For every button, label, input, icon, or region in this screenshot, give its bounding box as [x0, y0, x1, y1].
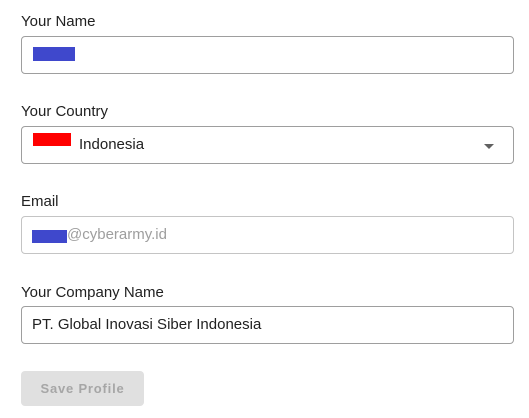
- name-input[interactable]: [21, 36, 514, 74]
- company-label: Your Company Name: [21, 284, 164, 301]
- arrow-drop-down-icon[interactable]: [484, 144, 494, 149]
- email-domain-text: @cyberarmy.id: [67, 226, 167, 243]
- country-value: Indonesia: [79, 136, 145, 153]
- save-profile-button[interactable]: Save Profile: [21, 371, 144, 406]
- country-flag-icon: [33, 133, 71, 146]
- company-name-value: PT. Global Inovasi Siber Indonesia: [32, 316, 262, 333]
- company-name-input[interactable]: PT. Global Inovasi Siber Indonesia: [21, 306, 514, 344]
- email-field[interactable]: @cyberarmy.id: [21, 216, 514, 254]
- email-label: Email: [21, 193, 59, 210]
- country-select[interactable]: Indonesia: [21, 126, 514, 164]
- name-label: Your Name: [21, 13, 96, 30]
- email-prefix-redacted: [32, 230, 67, 243]
- name-value-redacted: [33, 47, 75, 61]
- country-label: Your Country: [21, 103, 108, 120]
